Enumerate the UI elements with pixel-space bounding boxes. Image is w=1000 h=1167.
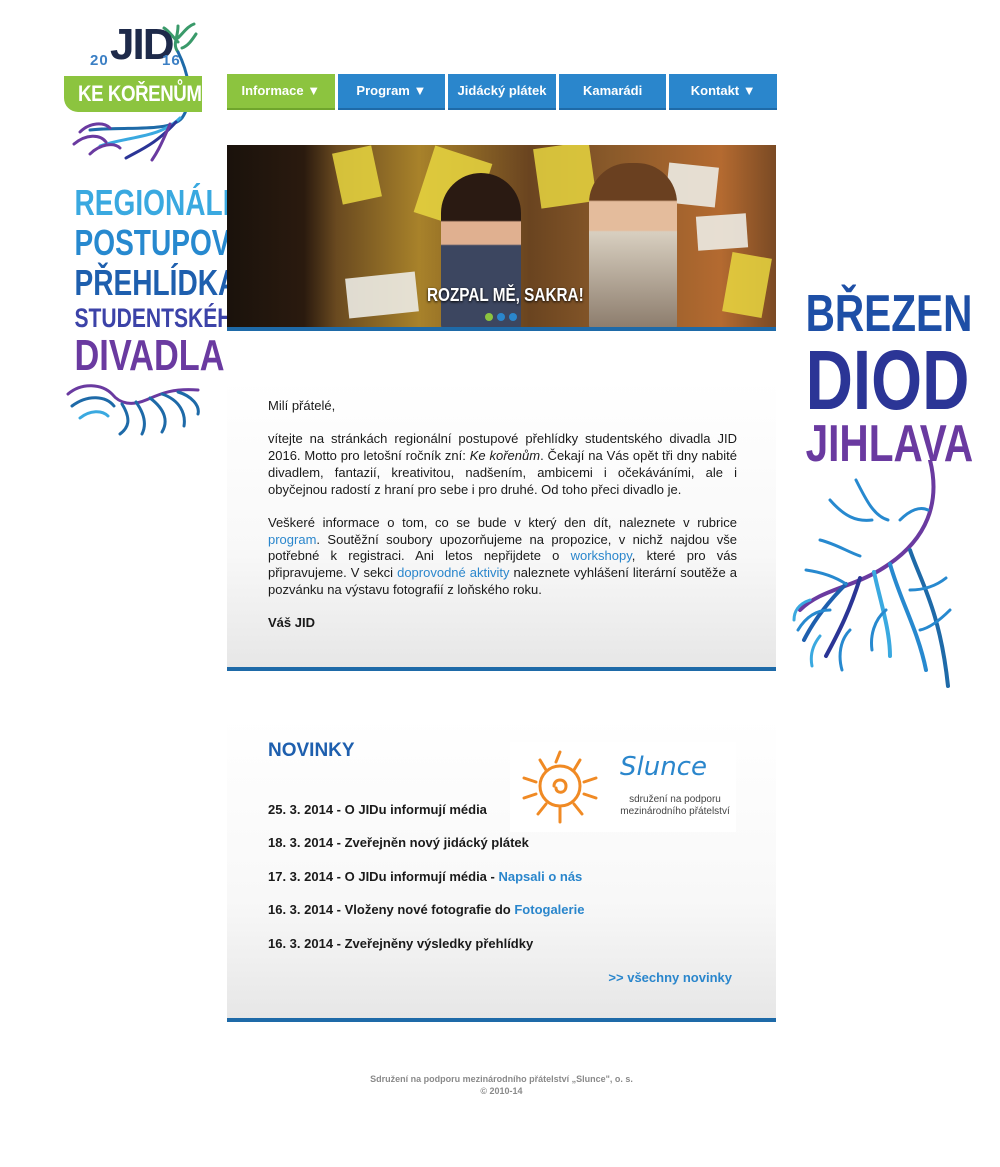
nav-program[interactable]: Program ▼: [337, 74, 446, 110]
slider-dot-3[interactable]: [509, 313, 517, 321]
news-divider: [227, 1018, 776, 1022]
news-item[interactable]: 16. 3. 2014 - Zveřejněny výsledky přehlí…: [268, 936, 584, 969]
intro-paragraph-1: vítejte na stránkách regionální postupov…: [268, 431, 737, 498]
news-item-text: 18. 3. 2014 - Zveřejněn nový jidácký plá…: [268, 835, 529, 851]
all-news-link[interactable]: >> všechny novinky: [608, 970, 732, 985]
slider-dot-2[interactable]: [497, 313, 505, 321]
event-info: BŘEZEN DIOD JIHLAVA: [788, 288, 974, 470]
news-item-text: 25. 3. 2014 - O JIDu informují média: [268, 802, 487, 817]
nav-jidacky-platek[interactable]: Jidácký plátek: [448, 74, 556, 110]
logo-motto-banner: KE KOŘENŮM: [64, 76, 202, 112]
sponsor-name: Slunce: [620, 752, 707, 782]
news-item-text: 16. 3. 2014 - Zveřejněny výsledky přehlí…: [268, 935, 534, 951]
intro-signature: Váš JID: [268, 615, 315, 631]
footer: Sdružení na podporu mezinárodního přátel…: [227, 1073, 776, 1097]
footer-copyright: © 2010-14: [480, 1086, 523, 1096]
main-navigation: Informace ▼ Program ▼ Jidácký plátek Kam…: [227, 74, 777, 110]
hero-slider[interactable]: ROZPAL MĚ, SAKRA!: [227, 145, 776, 331]
workshopy-link[interactable]: workshopy: [571, 548, 632, 563]
intro-greeting: Milí přátelé,: [268, 398, 336, 413]
jid-logo[interactable]: 20 JID 16 KE KOŘENŮM: [60, 18, 210, 168]
logo-year-left: 20: [90, 52, 109, 69]
event-venue: DIOD: [805, 333, 970, 427]
tagline-line-3: PŘEHLÍDKA: [74, 262, 239, 303]
right-roots-graphic: [792, 460, 952, 688]
news-list: 25. 3. 2014 - O JIDu informují média 18.…: [268, 802, 584, 969]
tagline-line-5: DIVADLA: [74, 331, 225, 380]
logo-year-right: 16: [162, 52, 181, 69]
doprovodne-aktivity-link[interactable]: doprovodné aktivity: [397, 565, 509, 580]
logo-motto: KE KOŘENŮM: [78, 81, 202, 106]
news-item[interactable]: 18. 3. 2014 - Zveřejněn nový jidácký plá…: [268, 835, 584, 868]
news-item[interactable]: 16. 3. 2014 - Vloženy nové fotografie do…: [268, 902, 584, 935]
tagline-line-2: POSTUPOVÁ: [74, 222, 251, 263]
nav-informace[interactable]: Informace ▼: [227, 74, 335, 110]
slider-dot-1[interactable]: [485, 313, 493, 321]
fotogalerie-link[interactable]: Fotogalerie: [514, 902, 584, 917]
festival-tagline: REGIONÁLNÍ POSTUPOVÁ PŘEHLÍDKA STUDENTSK…: [58, 182, 251, 380]
left-roots-graphic: [66, 384, 200, 436]
slider-pagination: [485, 313, 517, 321]
sponsor-subtitle: sdružení na podporu mezinárodního přátel…: [620, 794, 730, 817]
slider-divider: [227, 327, 776, 331]
nav-kamaradi[interactable]: Kamarádi: [558, 74, 667, 110]
napsali-o-nas-link[interactable]: Napsali o nás: [498, 869, 582, 884]
slider-caption: ROZPAL MĚ, SAKRA!: [427, 285, 584, 305]
intro-motto: Ke kořenům: [469, 448, 541, 464]
nav-kontakt[interactable]: Kontakt ▼: [669, 74, 777, 110]
tagline-line-1: REGIONÁLNÍ: [74, 182, 251, 223]
footer-organization: Sdružení na podporu mezinárodního přátel…: [370, 1074, 633, 1084]
news-panel: NOVINKY Slunce sdružení na podporu mezin…: [227, 718, 776, 1022]
intro-paragraph-2: Veškeré informace o tom, co se bude v kt…: [268, 515, 737, 599]
program-link[interactable]: program: [268, 532, 316, 547]
news-item-text: 17. 3. 2014 - O JIDu informují média -: [268, 868, 499, 884]
tagline-line-4: STUDENTSKÉHO: [74, 303, 249, 333]
news-heading: NOVINKY: [268, 740, 355, 761]
news-item[interactable]: 25. 3. 2014 - O JIDu informují média: [268, 802, 584, 835]
intro-p2-text-a: Veškeré informace o tom, co se bude v kt…: [268, 514, 737, 530]
news-item[interactable]: 17. 3. 2014 - O JIDu informují média - N…: [268, 869, 584, 902]
news-item-text: 16. 3. 2014 - Vloženy nové fotografie do: [268, 902, 515, 918]
intro-panel: Milí přátelé, vítejte na stránkách regio…: [227, 380, 776, 671]
intro-text: Milí přátelé, vítejte na stránkách regio…: [268, 398, 737, 648]
intro-divider: [227, 667, 776, 671]
